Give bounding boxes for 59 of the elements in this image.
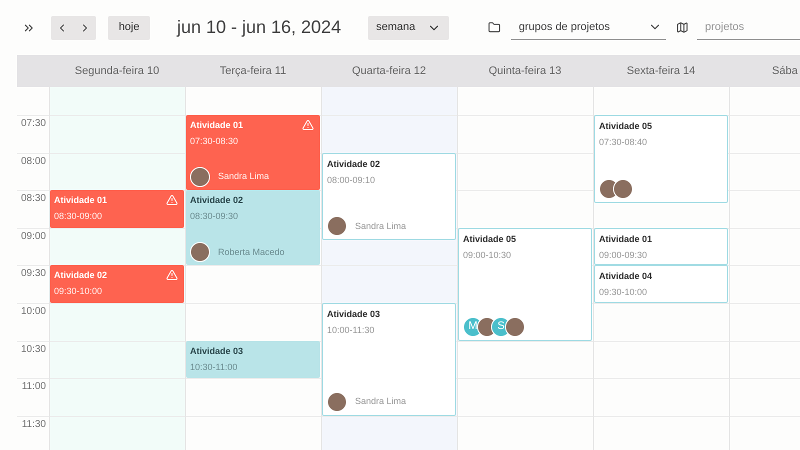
warning-icon — [302, 119, 314, 131]
view-select[interactable]: semana — [368, 16, 450, 40]
event-card[interactable]: Atividade 01 09:00-09:30 — [594, 228, 728, 266]
event-title: Atividade 02 — [54, 269, 108, 282]
time-label: 08:30 — [20, 193, 46, 206]
time-label: 09:30 — [20, 268, 46, 282]
time-label: 07:30 — [20, 118, 46, 131]
event-title: Atividade 05 — [463, 232, 516, 246]
event-title: Atividade 04 — [599, 270, 652, 284]
event-time: 10:00-11:30 — [327, 324, 376, 337]
person-name: Sandra Lima — [355, 220, 406, 233]
person-name: Roberta Macedo — [218, 246, 285, 259]
event-time: 09:00-10:30 — [463, 248, 512, 262]
event-card[interactable]: Atividade 03 10:00-11:30 Sandra Lima — [322, 303, 456, 416]
event-time: 10:30-11:00 — [190, 360, 238, 374]
projects-field[interactable]: projetos — [697, 16, 800, 40]
event-card[interactable]: Atividade 05 09:00-10:30 M S — [458, 228, 592, 341]
event-title: Atividade 02 — [190, 194, 244, 208]
event-time: 08:30-09:30 — [190, 210, 240, 224]
event-card[interactable]: Atividade 02 08:00-09:10 Sandra Lima — [322, 152, 456, 240]
warning-icon — [166, 269, 178, 282]
event-time: 09:30-10:00 — [599, 286, 648, 300]
event-card[interactable]: Atividade 02 08:30-09:30 Roberta Macedo — [186, 190, 320, 266]
time-label: 11:00 — [22, 381, 46, 394]
date-range-title: jun 10 - jun 16, 2024 — [176, 16, 342, 39]
today-button[interactable]: hoje — [108, 16, 150, 40]
event-title: Atividade 01 — [190, 119, 244, 132]
warning-icon — [166, 194, 178, 206]
project-group-select[interactable]: grupos de projetos — [510, 16, 666, 40]
event-title: Atividade 05 — [599, 120, 652, 133]
event-card[interactable]: Atividade 03 10:30-11:00 — [186, 340, 320, 378]
event-time: 08:30-09:00 — [54, 210, 104, 224]
event-time: 08:00-09:10 — [327, 174, 376, 187]
folder-icon — [488, 21, 501, 34]
day-label: Terça-feira 11 — [220, 64, 286, 79]
person-name: Sandra Lima — [218, 170, 270, 184]
day-label: Sexta-feira 14 — [626, 64, 696, 79]
event-time: 07:30-08:30 — [190, 135, 240, 148]
time-label: 10:00 — [20, 306, 46, 319]
event-title: Atividade 01 — [54, 194, 108, 208]
event-card[interactable]: Atividade 05 07:30-08:40 — [594, 115, 728, 203]
event-time: 07:30-08:40 — [599, 136, 648, 149]
event-title: Atividade 02 — [327, 158, 380, 171]
day-label: Quarta-feira 12 — [352, 64, 426, 79]
event-title: Atividade 03 — [327, 308, 380, 321]
map-icon — [676, 21, 690, 34]
time-label: 09:00 — [20, 230, 46, 244]
day-label: Sába — [772, 64, 798, 79]
event-title: Atividade 01 — [599, 232, 652, 246]
day-label: Segunda-feira 10 — [74, 64, 160, 79]
event-time: 09:30-10:00 — [54, 285, 104, 298]
event-title: Atividade 03 — [190, 344, 244, 358]
event-time: 09:00-09:30 — [599, 248, 648, 262]
time-label: 11:30 — [22, 418, 46, 432]
time-label: 08:00 — [20, 156, 46, 169]
person-name: Sandra Lima — [355, 395, 406, 408]
event-card[interactable]: Atividade 04 09:30-10:00 — [594, 265, 728, 303]
time-label: 10:30 — [20, 344, 46, 357]
day-label: Quinta-feira 13 — [488, 64, 562, 79]
